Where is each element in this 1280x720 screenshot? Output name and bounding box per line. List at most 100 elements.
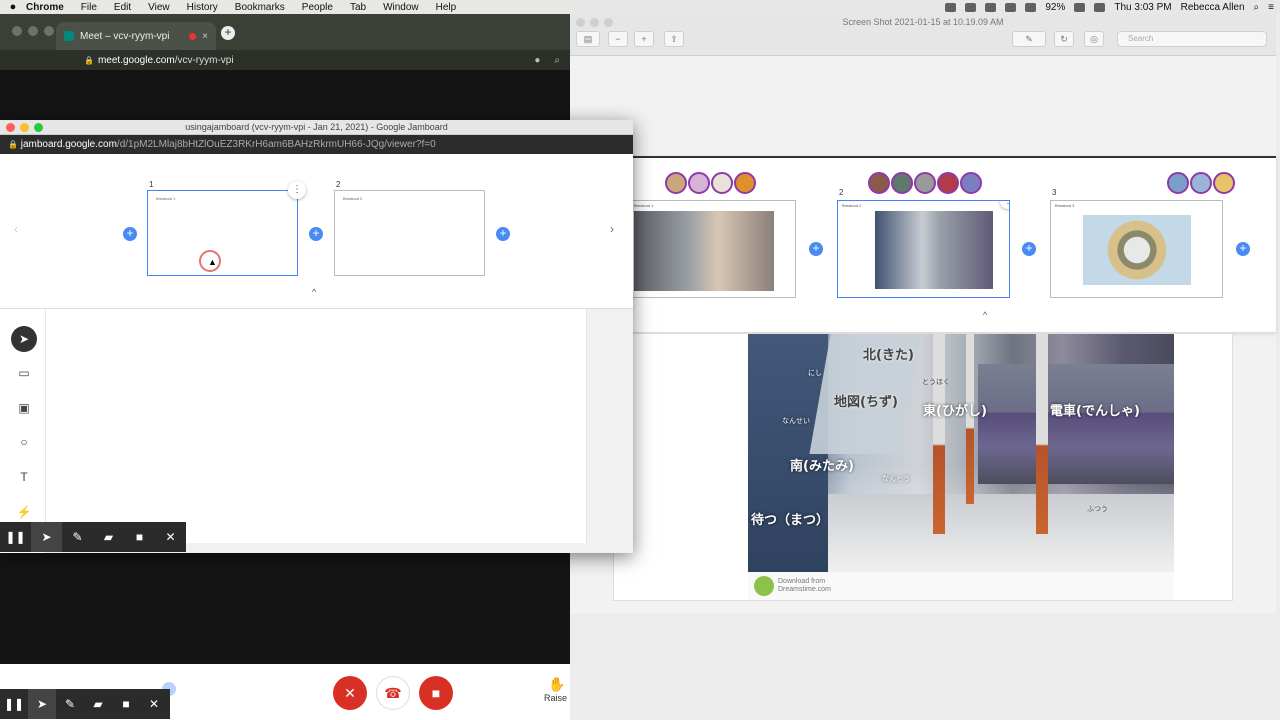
zoom-in-button[interactable]: + (634, 31, 654, 47)
close-toolbar-button[interactable]: ✕ (155, 522, 186, 552)
apple-menu-icon[interactable]: ● (0, 1, 26, 13)
camera-off-button[interactable]: ■ (419, 676, 453, 710)
frame-menu-button[interactable]: ⋮ (1000, 201, 1009, 209)
pen-button[interactable]: ✎ (62, 522, 93, 552)
wifi-icon[interactable] (1005, 2, 1017, 12)
avatar (937, 172, 959, 194)
preview-titlebar: Screen Shot 2021-01-15 at 10.19.09 AM ▤ … (570, 14, 1276, 56)
close-toolbar-button[interactable]: ✕ (140, 689, 168, 719)
highlighter-button[interactable]: ▰ (93, 522, 124, 552)
frame-label: Breakout 3 (1055, 203, 1075, 208)
minimize-window-button[interactable] (28, 26, 38, 36)
add-frame-button[interactable]: + (496, 227, 510, 241)
leave-call-button[interactable]: ☎ (376, 676, 410, 710)
screen-recorder-toolbar: ❚❚ ➤ ✎ ▰ ■ ✕ (0, 689, 170, 719)
url-path: /vcv-ryym-vpi (174, 54, 234, 66)
pen-icon: ✎ (72, 530, 83, 544)
zoom-window-button[interactable] (34, 123, 43, 132)
next-frames-arrow-icon[interactable]: › (610, 222, 614, 236)
collapse-frames-icon[interactable]: ^ (983, 310, 987, 320)
pointer-button[interactable]: ➤ (28, 689, 56, 719)
add-frame-button[interactable]: + (123, 227, 137, 241)
add-image-tool-button[interactable]: ▣ (11, 395, 37, 421)
menubar-clock[interactable]: Thu 3:03 PM (1114, 2, 1171, 13)
menu-chrome[interactable]: Chrome (26, 2, 64, 13)
menu-bookmarks[interactable]: Bookmarks (235, 2, 285, 13)
frame-1-thumbnail[interactable]: Breakout 1 (147, 190, 298, 276)
sidebar-toggle-button[interactable]: ▤ (576, 31, 600, 47)
webcam-button[interactable]: ■ (112, 689, 140, 719)
menu-help[interactable]: Help (436, 2, 457, 13)
frame-3-thumbnail[interactable]: Breakout 3 (1050, 200, 1223, 298)
text-box-tool-button[interactable]: T (11, 464, 37, 490)
preview-search-input[interactable]: Search (1117, 31, 1267, 47)
new-tab-button[interactable]: + (221, 26, 235, 40)
mic-off-button[interactable]: ✕ (333, 676, 367, 710)
input-source-flag-icon[interactable] (1094, 2, 1106, 12)
menu-tab[interactable]: Tab (350, 2, 366, 13)
shape-tool-button[interactable]: ○ (11, 429, 37, 455)
control-center-icon[interactable]: ≡ (1268, 2, 1274, 13)
collapse-frames-icon[interactable]: ^ (312, 287, 316, 297)
menu-history[interactable]: History (187, 2, 218, 13)
battery-percent[interactable]: 92% (1045, 2, 1065, 13)
mic-permission-icon[interactable]: ● (534, 55, 540, 66)
microphone-status-icon[interactable] (945, 2, 957, 12)
lock-icon[interactable]: 🔒 (84, 56, 94, 65)
markup-button[interactable]: ◎ (1084, 31, 1104, 47)
frame-menu-button[interactable]: ⋮ (288, 181, 306, 199)
spotlight-search-icon[interactable]: ⌕ (1254, 2, 1260, 13)
display-icon[interactable] (985, 2, 997, 12)
lock-icon[interactable]: 🔒 (8, 140, 18, 149)
tab-close-icon[interactable]: × (202, 31, 208, 42)
close-window-button[interactable] (12, 26, 22, 36)
menu-people[interactable]: People (302, 2, 333, 13)
close-icon: ✕ (148, 697, 160, 711)
add-frame-button[interactable]: + (1236, 242, 1250, 256)
tab-meet[interactable]: Meet – vcv-ryym-vpi × (56, 22, 216, 50)
meet-address-bar[interactable]: 🔒 meet.google.com/vcv-ryym-vpi ● ⌕ (0, 50, 570, 70)
zoom-out-button[interactable]: − (608, 31, 628, 47)
train-shape (978, 364, 1174, 484)
close-window-button[interactable] (6, 123, 15, 132)
markup-pen-button[interactable]: ✎ (1012, 31, 1046, 47)
whiteboard[interactable] (46, 309, 587, 543)
prev-frames-arrow-icon[interactable]: ‹ (14, 222, 18, 236)
rotate-icon: ↻ (1060, 33, 1068, 44)
frame-2-thumbnail[interactable]: Breakout 2 ⋮ (837, 200, 1010, 298)
share-button[interactable]: ⇪ (664, 31, 684, 47)
select-tool-button[interactable]: ➤ (11, 326, 37, 352)
jamboard-window: usingajamboard (vcv-ryym-vpi - Jan 21, 2… (0, 120, 633, 553)
menu-file[interactable]: File (81, 2, 97, 13)
menu-window[interactable]: Window (383, 2, 419, 13)
menu-view[interactable]: View (148, 2, 170, 13)
frame-2-thumbnail[interactable]: Breakout 2 (334, 190, 485, 276)
sticky-note-tool-button[interactable]: ▭ (11, 360, 37, 386)
volume-icon[interactable] (1025, 2, 1037, 12)
rotate-button[interactable]: ↻ (1054, 31, 1074, 47)
macos-menubar: ● Chrome File Edit View History Bookmark… (0, 0, 1280, 14)
add-frame-button[interactable]: + (309, 227, 323, 241)
menu-edit[interactable]: Edit (114, 2, 131, 13)
label-nansei: なんせい (782, 417, 810, 425)
add-frame-button[interactable]: + (809, 242, 823, 256)
screen-recorder-icon[interactable] (965, 2, 977, 12)
search-icon[interactable]: ⌕ (554, 55, 560, 66)
raise-hand-button[interactable]: ✋ Raise hand (544, 676, 570, 703)
battery-icon[interactable] (1074, 2, 1086, 12)
highlighter-button[interactable]: ▰ (84, 689, 112, 719)
webcam-button[interactable]: ■ (124, 522, 155, 552)
pause-recording-button[interactable]: ❚❚ (0, 522, 31, 552)
menubar-user[interactable]: Rebecca Allen (1181, 2, 1245, 13)
add-frame-button[interactable]: + (1022, 242, 1036, 256)
pause-recording-button[interactable]: ❚❚ (0, 689, 28, 719)
frame-1-thumbnail[interactable]: Breakout 1 (623, 200, 796, 298)
pointer-button[interactable]: ➤ (31, 522, 62, 552)
window-controls (12, 26, 54, 36)
pen-button[interactable]: ✎ (56, 689, 84, 719)
jamboard-address-bar[interactable]: 🔒 jamboard.google.com/d/1pM2LMlaj8bHtZlO… (0, 135, 633, 154)
zoom-window-button[interactable] (44, 26, 54, 36)
pointer-icon: ➤ (41, 530, 52, 544)
minimize-window-button[interactable] (20, 123, 29, 132)
avatar (711, 172, 733, 194)
